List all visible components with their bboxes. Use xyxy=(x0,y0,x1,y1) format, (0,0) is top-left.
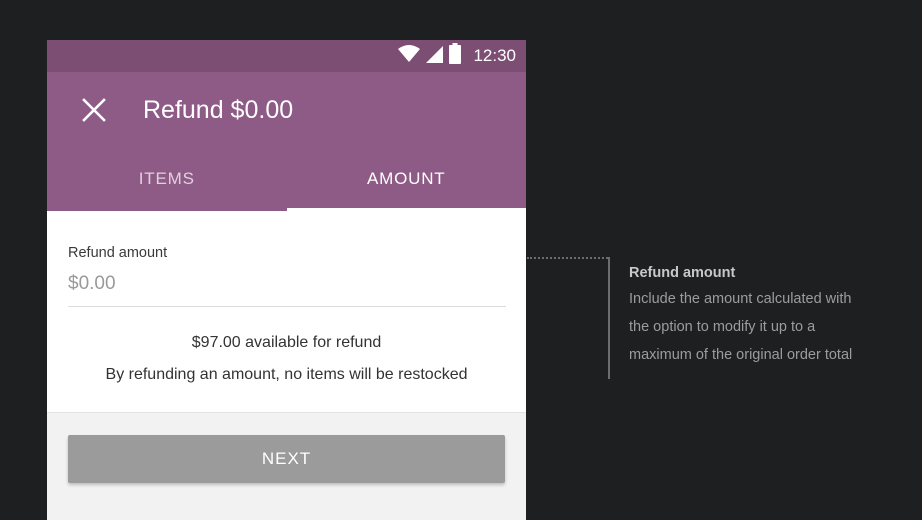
annotation-divider xyxy=(608,257,610,379)
signal-icon xyxy=(426,45,444,68)
tab-indicator xyxy=(286,208,526,211)
tab-amount-label: AMOUNT xyxy=(367,169,446,188)
page-title: Refund $0.00 xyxy=(143,96,294,124)
status-bar: 12:30 xyxy=(47,40,526,72)
annotation-line: the option to modify it up to a xyxy=(629,319,816,335)
annotation-title: Refund amount xyxy=(629,265,736,281)
tab-items-label: ITEMS xyxy=(138,169,195,188)
phone-screen: 12:30 Refund $0.00 ITEMS AMOUNT Refund a… xyxy=(47,40,526,520)
next-button[interactable]: NEXT xyxy=(68,435,505,483)
bottom-bar: NEXT xyxy=(47,412,526,520)
annotation-line: Include the amount calculated with xyxy=(629,291,852,307)
tab-bar: ITEMS AMOUNT xyxy=(47,147,526,211)
annotation: Refund amount Include the amount calcula… xyxy=(629,261,919,369)
annotation-connector xyxy=(527,257,608,259)
status-time: 12:30 xyxy=(473,46,516,65)
annotation-line: maximum of the original order total xyxy=(629,347,853,363)
refund-amount-label: Refund amount xyxy=(68,245,168,261)
tab-items[interactable]: ITEMS xyxy=(47,147,287,211)
available-refund-text: $97.00 available for refund xyxy=(191,334,382,351)
wifi-icon xyxy=(398,44,421,68)
close-icon[interactable] xyxy=(80,96,108,124)
refund-amount-input[interactable] xyxy=(68,266,506,302)
restock-note: By refunding an amount, no items will be… xyxy=(105,366,468,383)
battery-icon xyxy=(449,43,462,69)
field-underline xyxy=(68,306,506,307)
tab-amount[interactable]: AMOUNT xyxy=(286,147,526,211)
app-bar: Refund $0.00 ITEMS AMOUNT xyxy=(47,72,526,211)
